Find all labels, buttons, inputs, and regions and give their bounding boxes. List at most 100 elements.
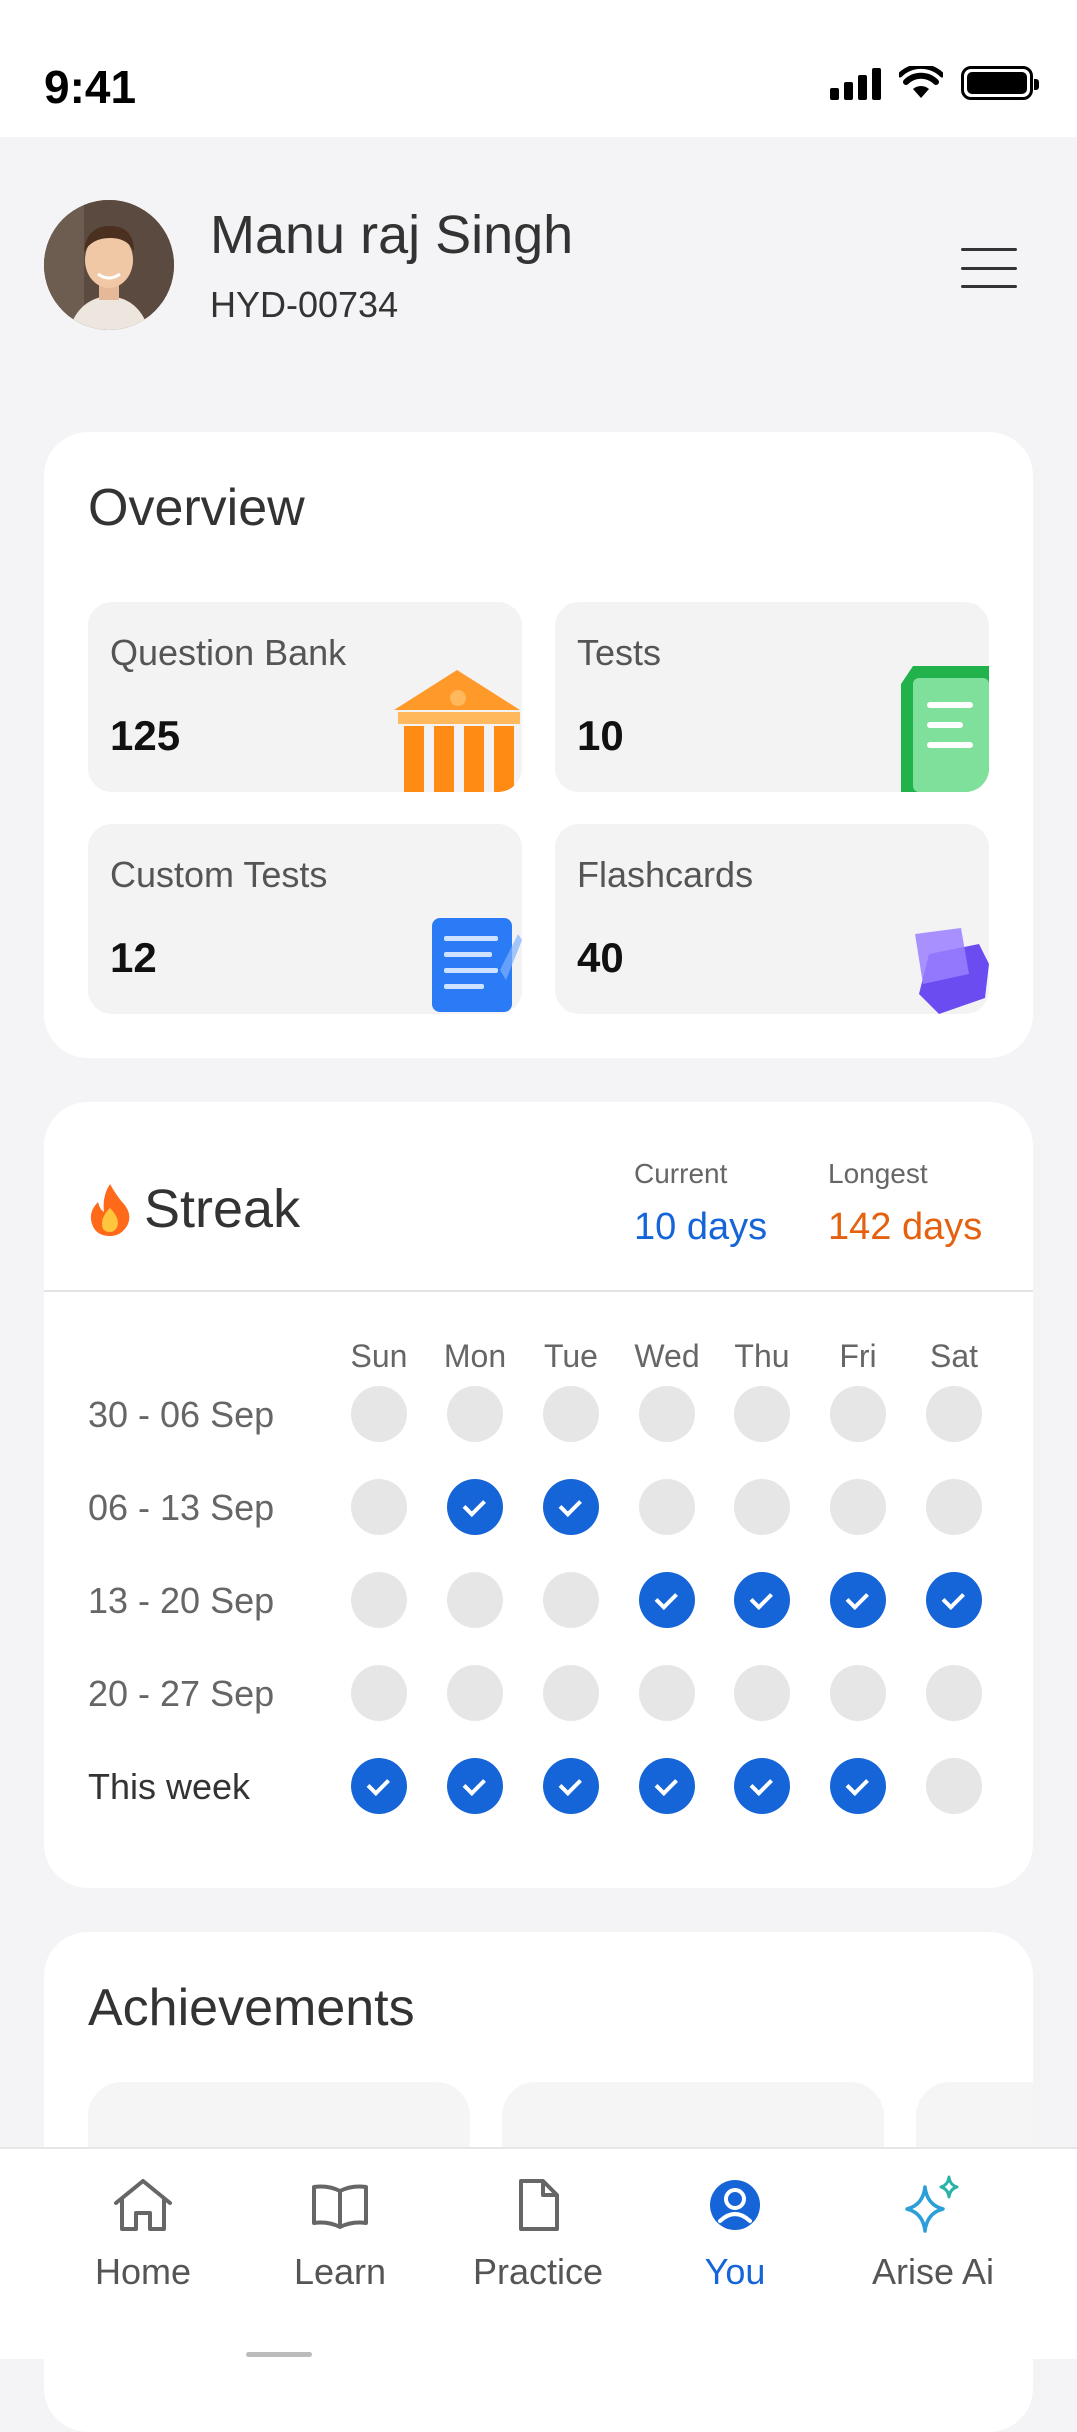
status-time: 9:41 — [44, 61, 137, 113]
streak-label: Streak — [144, 1179, 301, 1239]
streak-day-empty — [447, 1665, 503, 1721]
streak-day-completed — [830, 1758, 886, 1814]
tile-value: 125 — [110, 712, 181, 759]
day-header: Fri — [839, 1338, 877, 1374]
avatar[interactable] — [44, 200, 174, 330]
streak-day-completed — [734, 1758, 790, 1814]
wifi-icon — [899, 66, 943, 98]
streak-day-completed — [351, 1758, 407, 1814]
nav-home[interactable]: Home — [43, 2173, 243, 2293]
streak-day-completed — [926, 1572, 982, 1628]
day-header: Sun — [350, 1338, 408, 1374]
nav-practice[interactable]: Practice — [438, 2173, 638, 2293]
nav-label: Learn — [293, 2251, 387, 2292]
nav-label: Arise Ai — [871, 2251, 995, 2292]
streak-day-empty — [447, 1572, 503, 1628]
fire-icon — [90, 1184, 130, 1236]
streak-day-completed — [447, 1479, 503, 1535]
streak-day-empty — [543, 1665, 599, 1721]
streak-day-empty — [351, 1479, 407, 1535]
day-header: Sat — [929, 1338, 979, 1374]
tile-value: 12 — [110, 934, 157, 981]
streak-day-empty — [926, 1386, 982, 1442]
streak-day-empty — [830, 1479, 886, 1535]
flashcards-tile[interactable]: Flashcards 40 — [555, 824, 989, 1014]
streak-title: Streak — [88, 1178, 300, 1240]
day-header: Wed — [634, 1338, 700, 1374]
streak-day-completed — [543, 1758, 599, 1814]
streak-day-empty — [639, 1386, 695, 1442]
tile-value: 40 — [577, 934, 624, 981]
bank-icon — [394, 670, 520, 792]
streak-day-completed — [639, 1758, 695, 1814]
current-streak: Current 10 days — [634, 1158, 767, 1249]
streak-day-empty — [734, 1386, 790, 1442]
sparkle-icon — [905, 2175, 959, 2233]
profile-name: Manu raj Singh — [210, 205, 574, 265]
streak-day-empty — [734, 1479, 790, 1535]
streak-day-completed — [639, 1572, 695, 1628]
streak-day-empty — [830, 1386, 886, 1442]
profile-id: HYD-00734 — [210, 284, 399, 325]
nav-learn[interactable]: Learn — [240, 2173, 440, 2293]
battery-icon — [961, 66, 1039, 100]
day-header: Thu — [734, 1338, 790, 1374]
notepad-icon — [432, 918, 522, 1012]
cellular-signal-icon — [830, 66, 881, 100]
longest-streak-label: Longest — [828, 1158, 928, 1189]
nav-you[interactable]: You — [635, 2173, 835, 2293]
streak-day-empty — [926, 1479, 982, 1535]
test-sheet-icon — [901, 666, 989, 792]
profile-header[interactable]: Manu raj Singh HYD-00734 — [44, 200, 573, 330]
streak-day-completed — [543, 1479, 599, 1535]
streak-day-empty — [351, 1572, 407, 1628]
streak-day-completed — [830, 1572, 886, 1628]
document-icon — [519, 2179, 559, 2231]
flashcard-stack-icon — [915, 928, 989, 1014]
tests-tile[interactable]: Tests 10 — [555, 602, 989, 792]
overview-title: Overview — [88, 479, 305, 537]
current-streak-value: 10 days — [634, 1206, 768, 1248]
longest-streak: Longest 142 days — [828, 1158, 982, 1249]
divider — [44, 1290, 1033, 1292]
nav-arise-ai[interactable]: Arise Ai — [833, 2173, 1033, 2293]
streak-day-empty — [447, 1386, 503, 1442]
book-icon — [312, 2184, 368, 2229]
streak-card: Streak Current 10 days Longest 142 days … — [44, 1102, 1033, 1888]
streak-day-empty — [830, 1665, 886, 1721]
bottom-nav: Home Learn Practice You Arise Ai — [0, 2147, 1077, 2359]
current-streak-label: Current — [634, 1158, 728, 1189]
user-icon — [710, 2180, 760, 2230]
day-header: Mon — [443, 1338, 507, 1374]
week-label: 20 - 27 Sep — [88, 1673, 275, 1714]
week-label: 30 - 06 Sep — [88, 1394, 275, 1435]
streak-day-empty — [543, 1386, 599, 1442]
tile-label: Flashcards — [577, 854, 754, 895]
tile-label: Tests — [577, 632, 662, 673]
week-label: 13 - 20 Sep — [88, 1580, 275, 1621]
streak-day-empty — [639, 1479, 695, 1535]
streak-day-empty — [351, 1665, 407, 1721]
week-label: This week — [88, 1766, 251, 1807]
status-icons — [830, 66, 1039, 100]
week-label: 06 - 13 Sep — [88, 1487, 275, 1528]
overview-card: Overview Question Bank 125 Tests 10 Cust… — [44, 432, 1033, 1058]
hamburger-menu-icon[interactable] — [961, 248, 1017, 288]
tile-label: Custom Tests — [110, 854, 328, 895]
streak-day-empty — [926, 1665, 982, 1721]
streak-day-completed — [734, 1572, 790, 1628]
streak-day-empty — [926, 1758, 982, 1814]
streak-day-empty — [351, 1386, 407, 1442]
streak-day-empty — [734, 1665, 790, 1721]
streak-day-empty — [639, 1665, 695, 1721]
tile-label: Question Bank — [110, 632, 347, 673]
streak-day-completed — [447, 1758, 503, 1814]
streak-day-empty — [543, 1572, 599, 1628]
custom-tests-tile[interactable]: Custom Tests 12 — [88, 824, 522, 1014]
nav-label: You — [704, 2251, 766, 2292]
achievements-title: Achievements — [88, 1979, 415, 2037]
home-icon — [114, 2179, 172, 2231]
home-indicator — [246, 2352, 312, 2357]
day-header: Tue — [544, 1338, 598, 1374]
question-bank-tile[interactable]: Question Bank 125 — [88, 602, 522, 792]
